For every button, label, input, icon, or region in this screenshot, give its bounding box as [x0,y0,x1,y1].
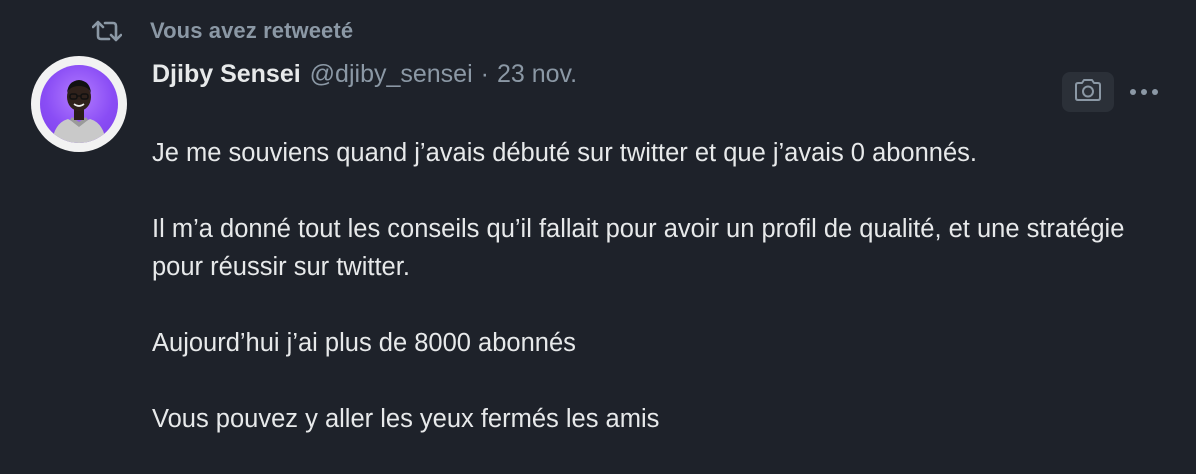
avatar-photo [40,65,118,143]
author-handle[interactable]: @djiby_sensei [310,60,473,89]
author-display-name[interactable]: Djiby Sensei [152,60,301,89]
tweet-paragraph: Il m’a donné tout les conseils qu’il fal… [152,215,1125,281]
retweet-label[interactable]: Vous avez retweeté [150,18,353,44]
camera-button[interactable] [1062,72,1114,112]
avatar[interactable] [31,56,127,152]
more-button[interactable] [1124,76,1164,108]
tweet-paragraph: Aujourd’hui j’ai plus de 8000 abonnés [152,329,576,357]
camera-icon [1073,78,1103,107]
tweet-text: Je me souviens quand j’avais débuté sur … [152,134,1162,438]
tweet-header: Djiby Sensei @djiby_sensei · 23 nov. [152,60,577,89]
separator-dot: · [480,60,489,88]
tweet-date[interactable]: 23 nov. [497,60,577,89]
tweet-paragraph: Vous pouvez y aller les yeux fermés les … [152,405,660,433]
tweet-card[interactable]: Vous avez retweeté Djiby Sensei @djiby_s… [0,0,1196,474]
retweet-context: Vous avez retweeté [92,16,353,46]
more-icon [1129,83,1159,101]
retweet-icon [92,16,126,46]
tweet-paragraph: Je me souviens quand j’avais débuté sur … [152,139,977,167]
